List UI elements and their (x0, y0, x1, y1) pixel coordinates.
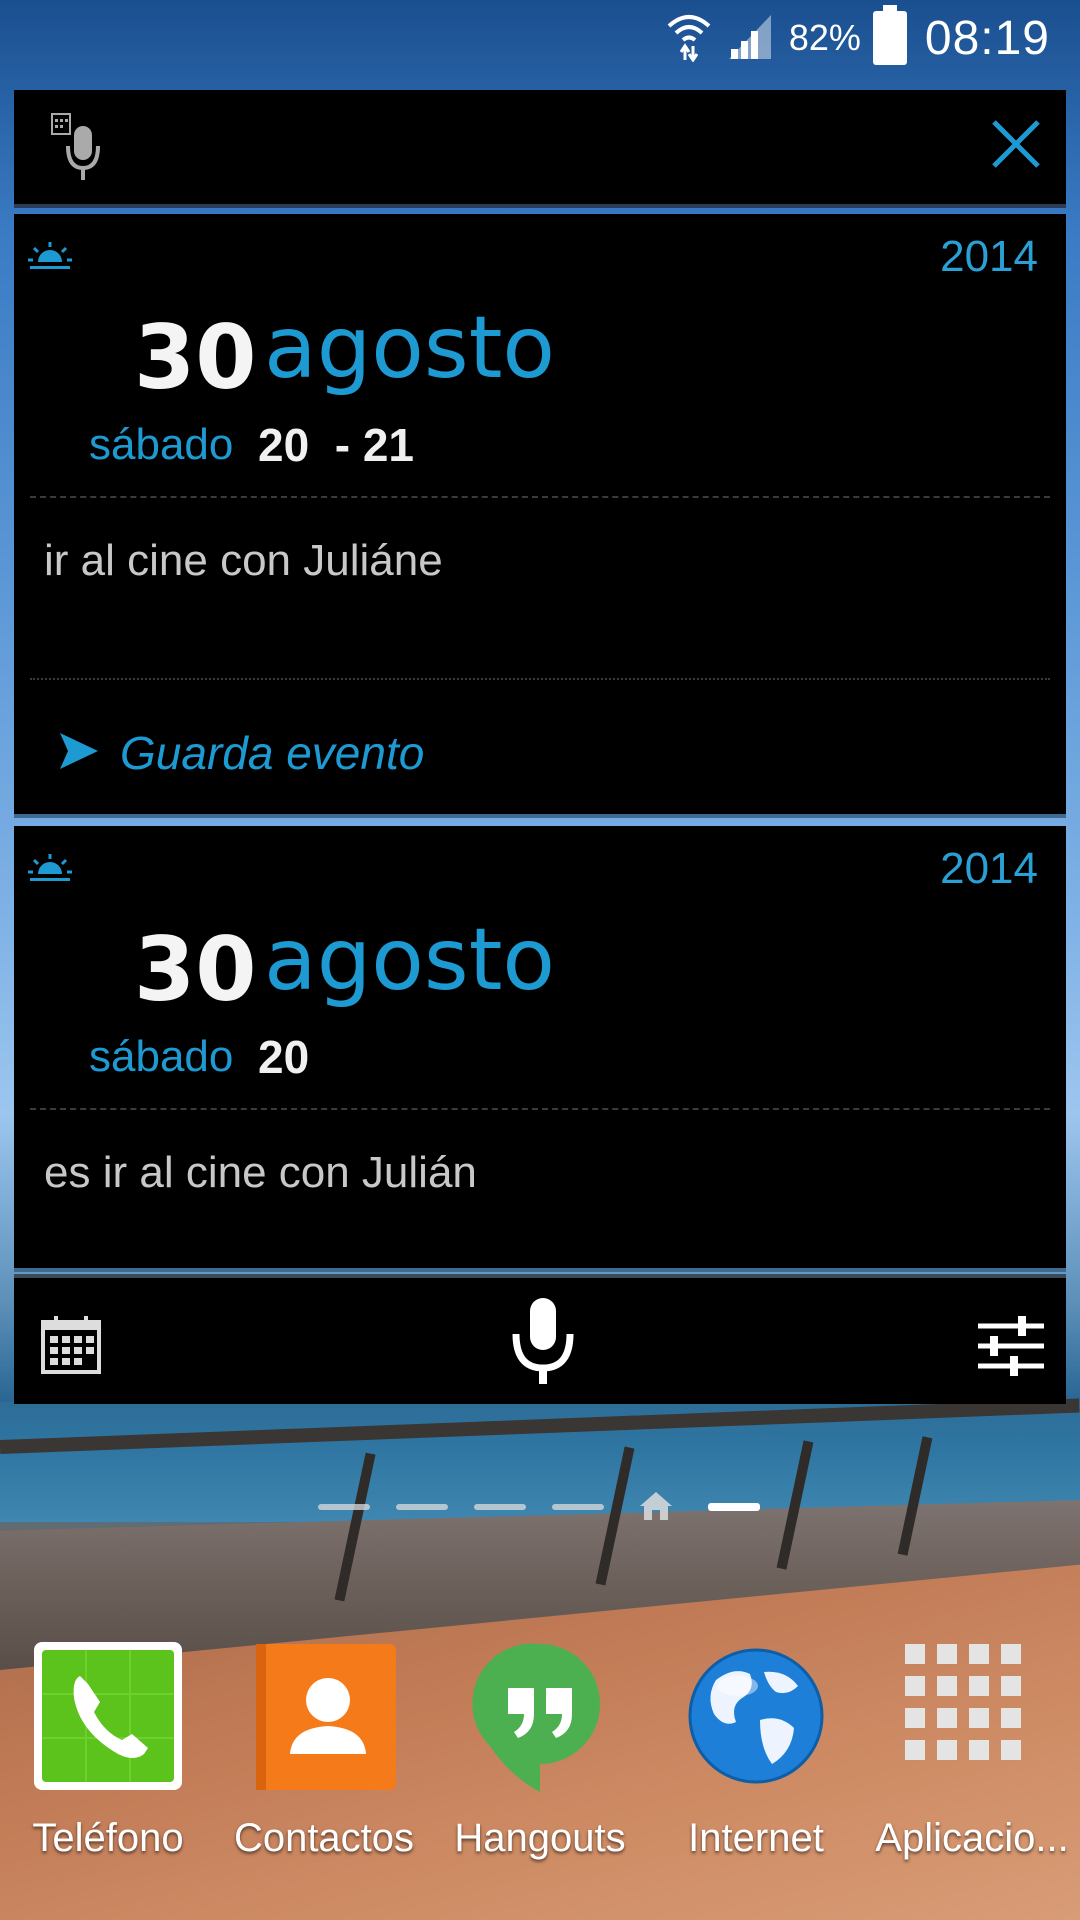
page-dot[interactable] (396, 1504, 448, 1510)
close-icon[interactable] (988, 116, 1044, 177)
app-dock: Teléfono Contactos Hangouts Internet Apl… (0, 1626, 1080, 1860)
app-label: Contactos (233, 1816, 415, 1860)
widget-top-bar (14, 90, 1066, 208)
event-day: 30 (134, 306, 257, 409)
divider (30, 1108, 1050, 1110)
home-page-icon[interactable] (638, 1490, 674, 1527)
sunrise-icon (28, 242, 72, 277)
settings-sliders-icon[interactable] (976, 1312, 1046, 1385)
save-event-label: Guarda evento (120, 727, 425, 779)
page-dot[interactable] (552, 1504, 604, 1510)
event-year: 2014 (940, 232, 1038, 281)
phone-icon (28, 1636, 188, 1801)
widget-bottom-bar (14, 1274, 1066, 1404)
app-label: Aplicacio... (875, 1816, 1069, 1860)
divider (30, 496, 1050, 498)
signal-icon (725, 11, 775, 66)
app-label: Hangouts (454, 1816, 626, 1860)
page-dot[interactable] (474, 1504, 526, 1510)
battery-percent: 82% (788, 17, 861, 58)
event-year: 2014 (940, 844, 1038, 893)
page-dot[interactable] (318, 1504, 370, 1510)
apps-grid-icon (897, 1636, 1047, 1791)
event-hours: 20 - 21 (258, 419, 414, 471)
event-hours: 20 (258, 1031, 310, 1083)
send-icon (58, 731, 100, 776)
contacts-icon (244, 1636, 404, 1801)
event-weekday: sábado (89, 1032, 234, 1081)
event-weekday: sábado (89, 420, 234, 469)
globe-icon (676, 1636, 836, 1801)
divider (30, 678, 1050, 680)
event-day: 30 (134, 918, 257, 1021)
wifi-icon (665, 10, 713, 67)
event-card-recognized: 2014 30 agosto sábado 20 es ir al cine c… (14, 826, 1066, 1272)
voice-calendar-icon[interactable] (34, 106, 114, 191)
event-month: agosto (264, 910, 556, 1010)
app-label: Internet (688, 1816, 824, 1860)
hangouts-icon (460, 1636, 620, 1801)
clock: 08:19 (924, 11, 1050, 65)
microphone-icon[interactable] (508, 1296, 578, 1391)
battery-icon (872, 5, 907, 65)
event-text[interactable]: ir al cine con Juliáne (44, 536, 443, 586)
calendar-icon[interactable] (40, 1314, 102, 1381)
event-text[interactable]: es ir al cine con Julián (44, 1148, 477, 1198)
sunrise-icon (28, 854, 72, 889)
status-bar: 82% 08:19 (0, 0, 1080, 76)
save-event-button[interactable]: Guarda evento (58, 726, 424, 780)
app-label: Teléfono (32, 1816, 184, 1860)
event-month: agosto (264, 298, 556, 398)
page-dot-active[interactable] (708, 1503, 760, 1511)
event-card-proposed: 2014 30 agosto sábado 20 - 21 ir al cine… (14, 214, 1066, 818)
page-indicator[interactable] (0, 1490, 1080, 1524)
